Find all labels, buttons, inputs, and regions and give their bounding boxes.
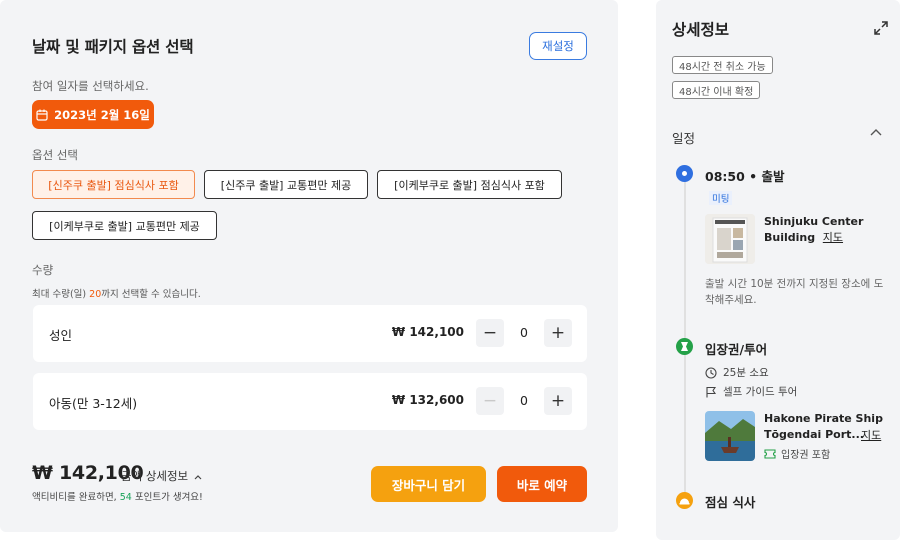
ticket-count: 0 [520, 393, 528, 408]
tour-duration: 25분 소요 [705, 365, 769, 380]
ticket-count: 0 [520, 325, 528, 340]
option-shinjuku-transport[interactable]: [신주쿠 출발] 교통편만 제공 [204, 170, 368, 199]
tour-type: 셀프 가이드 투어 [705, 384, 797, 399]
details-title: 상세정보 [672, 21, 730, 39]
decrement-button[interactable]: − [476, 319, 504, 347]
departure-place-image [705, 214, 755, 264]
decrement-button[interactable]: − [476, 387, 504, 415]
departure-note: 출발 시간 10분 전까지 지정된 장소에 도착해주세요. [705, 278, 884, 306]
ticket-price: ₩ 142,100 [391, 325, 464, 339]
calendar-icon [36, 109, 48, 121]
option-ikebukuro-lunch[interactable]: [이케부쿠로 출발] 점심식사 포함 [377, 170, 562, 199]
tour-place-image [705, 411, 755, 461]
ticket-row-child: 아동(만 3-12세) ₩ 132,600 − 0 + [33, 373, 587, 430]
ticket-icon [676, 338, 693, 355]
map-link[interactable]: 지도 [823, 231, 843, 244]
option-heading: 옵션 선택 [32, 148, 78, 162]
map-link[interactable]: 지도 [861, 427, 881, 443]
schedule-heading: 일정 [672, 131, 696, 146]
increment-button[interactable]: + [544, 387, 572, 415]
add-to-cart-button[interactable]: 장바구니 담기 [371, 466, 486, 502]
departure-place: Shinjuku Center Building 지도 [764, 215, 864, 244]
option-shinjuku-lunch[interactable]: [신주쿠 출발] 점심식사 포함 [32, 170, 195, 199]
ticket-price: ₩ 132,600 [391, 393, 464, 407]
meal-icon [676, 492, 693, 509]
quantity-heading: 수량 [32, 263, 54, 277]
chevron-up-icon[interactable] [870, 127, 882, 137]
panel-title: 날짜 및 패키지 옵션 선택 [32, 38, 194, 56]
clock-icon [705, 366, 717, 379]
meeting-badge: 미팅 [709, 191, 733, 205]
confirmation-tag: 48시간 이내 확정 [672, 81, 761, 99]
lunch-title: 점심 식사 [705, 495, 756, 510]
selected-date: 2023년 2월 16일 [54, 107, 150, 122]
date-prompt: 참여 일자를 선택하세요. [32, 79, 149, 93]
points-note: 액티비티를 완료하면, 54 포인트가 생겨요! [32, 492, 203, 503]
book-now-button[interactable]: 바로 예약 [497, 466, 587, 502]
expand-icon[interactable] [874, 21, 888, 35]
details-panel: 상세정보 48시간 전 취소 가능 48시간 이내 확정 일정 08:50 • … [656, 0, 900, 540]
location-pin-icon [676, 165, 693, 182]
date-select-button[interactable]: 2023년 2월 16일 [32, 100, 154, 129]
increment-button[interactable]: + [544, 319, 572, 347]
option-ikebukuro-transport[interactable]: [이케부쿠로 출발] 교통편만 제공 [32, 211, 217, 240]
price-detail-toggle[interactable]: 금액 상세정보 [121, 468, 202, 484]
ticket-row-adult: 성인 ₩ 142,100 − 0 + [33, 305, 587, 362]
quantity-note: 최대 수량(일) 20까지 선택할 수 있습니다. [32, 289, 201, 300]
ticket-outline-icon [764, 448, 776, 459]
departure-time: 08:50 • 출발 [705, 169, 785, 184]
tour-title: 입장권/투어 [705, 342, 768, 357]
ticket-name: 성인 [49, 328, 73, 343]
reset-button[interactable]: 재설정 [529, 32, 587, 60]
cancellation-tag: 48시간 전 취소 가능 [672, 56, 773, 74]
options-panel: 날짜 및 패키지 옵션 선택 재설정 참여 일자를 선택하세요. 2023년 2… [0, 0, 618, 532]
flag-icon [706, 386, 717, 397]
ticket-included: 입장권 포함 [764, 446, 830, 461]
chevron-up-icon [194, 475, 202, 480]
ticket-name: 아동(만 3-12세) [49, 396, 138, 411]
